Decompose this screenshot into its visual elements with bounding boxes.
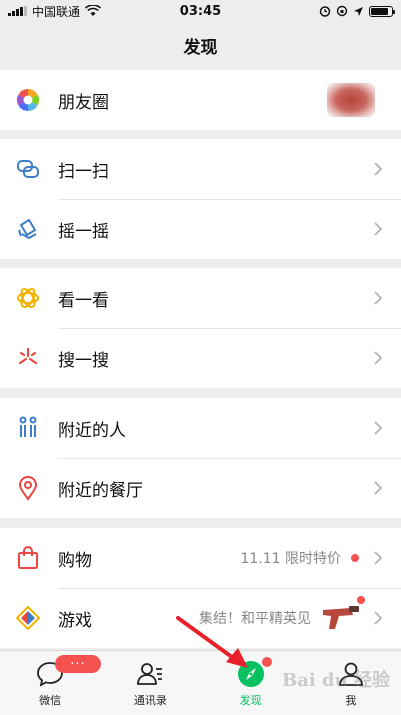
- tab-me[interactable]: 我: [301, 651, 401, 715]
- carrier-name: 中国联通: [32, 4, 81, 19]
- contacts-icon: [135, 659, 165, 689]
- flare-gun-icon: [321, 596, 365, 634]
- signal-icon: [8, 6, 27, 16]
- list-group-shop-games: 购物 11.11 限时特价 游戏 集结！和平精英见: [0, 528, 401, 648]
- tab-discover-label: 发现: [239, 694, 262, 707]
- shopping-row[interactable]: 购物 11.11 限时特价: [0, 528, 401, 588]
- top-stories-label: 看一看: [58, 290, 109, 311]
- chevron-right-icon: [374, 551, 383, 565]
- people-nearby-icon: [15, 415, 41, 441]
- search-icon: [15, 345, 41, 371]
- tab-discover[interactable]: 发现: [201, 651, 301, 715]
- restaurants-nearby-label: 附近的餐厅: [58, 480, 143, 501]
- shake-row[interactable]: 摇一摇: [0, 199, 401, 259]
- moments-icon: [15, 87, 41, 113]
- chats-badge: ···: [55, 655, 101, 673]
- page-title: 发现: [183, 37, 218, 58]
- discover-screen: 中国联通 03:45 发现 朋友圈 扫一扫 摇一摇 看一看 搜一搜 附近的人 附…: [0, 0, 401, 715]
- shopping-bag-icon: [15, 545, 41, 571]
- list-group-stories-search: 看一看 搜一搜: [0, 268, 401, 388]
- games-row[interactable]: 游戏 集结！和平精英见: [0, 588, 401, 648]
- games-label: 游戏: [58, 610, 92, 631]
- top-stories-icon: [15, 285, 41, 311]
- tab-contacts-label: 通讯录: [133, 694, 167, 707]
- scan-label: 扫一扫: [58, 161, 109, 182]
- shopping-notification-dot: [351, 554, 359, 562]
- discover-notification-dot: [261, 657, 272, 667]
- location-arrow-icon: [354, 6, 363, 16]
- moments-label: 朋友圈: [58, 92, 109, 113]
- chevron-right-icon: [374, 611, 383, 625]
- tab-contacts[interactable]: 通讯录: [100, 651, 200, 715]
- search-row[interactable]: 搜一搜: [0, 328, 401, 388]
- top-stories-row[interactable]: 看一看: [0, 268, 401, 328]
- list-group-scan-shake: 扫一扫 摇一摇: [0, 139, 401, 259]
- people-nearby-label: 附近的人: [58, 420, 126, 441]
- games-notification-dot: [357, 596, 365, 604]
- list-group-nearby: 附近的人 附近的餐厅: [0, 398, 401, 518]
- moments-row[interactable]: 朋友圈: [0, 70, 401, 130]
- tab-bar: ··· 微信 通讯录 发现 我: [0, 650, 401, 715]
- people-nearby-row[interactable]: 附近的人: [0, 398, 401, 458]
- shopping-label: 购物: [58, 550, 92, 571]
- scan-icon: [15, 156, 41, 182]
- shake-label: 摇一摇: [58, 221, 109, 242]
- tab-me-label: 我: [345, 694, 357, 707]
- tab-chats-label: 微信: [39, 694, 62, 707]
- restaurants-nearby-row[interactable]: 附近的餐厅: [0, 458, 401, 518]
- status-bar: 中国联通 03:45: [0, 0, 401, 22]
- wifi-icon: [85, 5, 102, 16]
- chevron-right-icon: [374, 421, 383, 435]
- location-pin-icon: [15, 475, 41, 501]
- games-promo-text: 集结！和平精英见: [199, 611, 311, 627]
- compass-icon: [236, 657, 272, 689]
- chevron-right-icon: [374, 222, 383, 236]
- profile-icon: [336, 659, 366, 689]
- tab-chats[interactable]: ··· 微信: [0, 651, 101, 715]
- chevron-right-icon: [374, 481, 383, 495]
- alarm-icon: [319, 6, 331, 17]
- chevron-right-icon: [374, 162, 383, 176]
- battery-icon: [369, 5, 395, 17]
- search-label: 搜一搜: [58, 350, 109, 371]
- shake-icon: [15, 216, 41, 242]
- moments-avatar: [327, 83, 375, 117]
- shopping-promo-text: 11.11 限时特价: [240, 551, 341, 567]
- games-icon: [15, 605, 41, 631]
- chevron-right-icon: [374, 351, 383, 365]
- list-group-moments: 朋友圈: [0, 70, 401, 130]
- chevron-right-icon: [374, 291, 383, 305]
- orientation-lock-icon: [336, 5, 348, 17]
- scan-row[interactable]: 扫一扫: [0, 139, 401, 199]
